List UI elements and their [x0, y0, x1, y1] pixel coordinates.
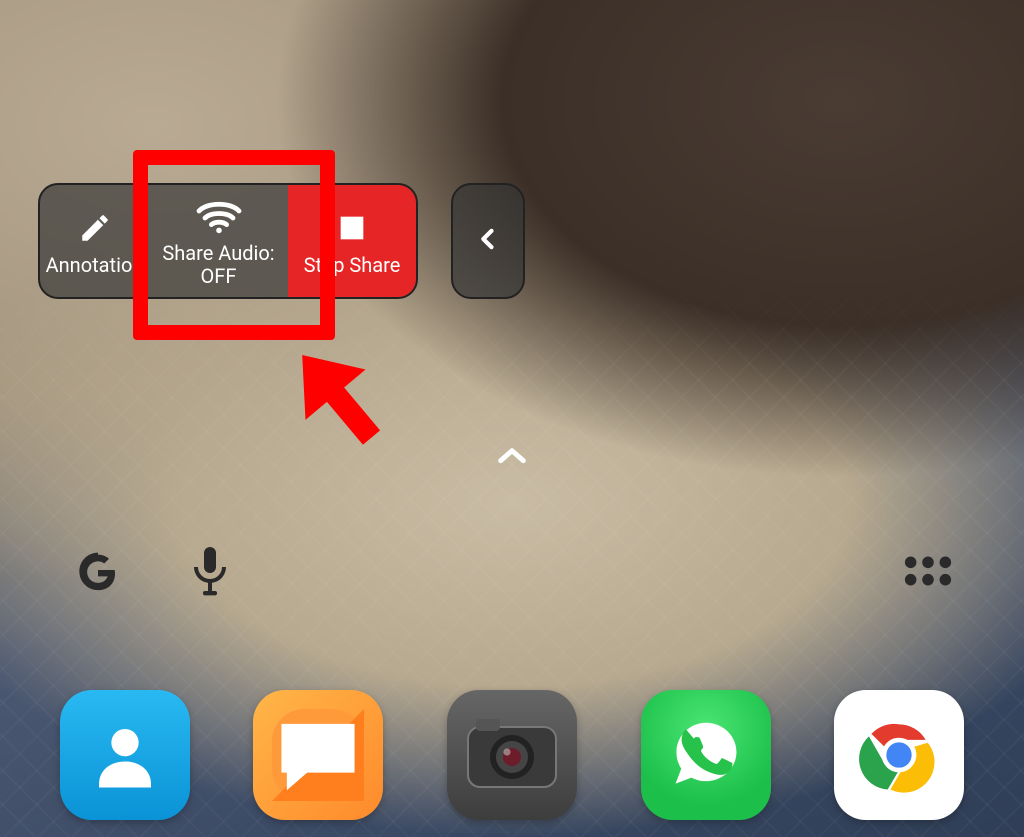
messages-app[interactable] — [253, 690, 383, 820]
chrome-icon — [853, 709, 945, 801]
screenshare-toolbar: Annotation Share Audio: OFF Stop Share — [38, 183, 418, 299]
share-audio-label: Share Audio: OFF — [162, 242, 274, 288]
app-drawer-icon[interactable] — [902, 551, 954, 595]
share-audio-button[interactable]: Share Audio: OFF — [149, 185, 288, 297]
whatsapp-app[interactable] — [641, 690, 771, 820]
quick-search-row — [0, 528, 1024, 618]
chrome-app[interactable] — [834, 690, 964, 820]
collapse-toolbar-button[interactable] — [451, 183, 525, 299]
chevron-left-icon — [474, 217, 502, 265]
pencil-icon — [78, 208, 112, 248]
contacts-app[interactable] — [60, 690, 190, 820]
wifi-icon — [195, 196, 243, 236]
chevron-up-icon — [495, 445, 529, 469]
annotation-button[interactable]: Annotation — [40, 185, 149, 297]
stop-share-label: Stop Share — [304, 254, 401, 277]
app-drawer-handle[interactable] — [488, 441, 536, 473]
dock — [0, 685, 1024, 825]
person-icon — [86, 716, 164, 794]
microphone-icon[interactable] — [186, 542, 234, 604]
annotation-label: Annotation — [46, 254, 144, 277]
camera-app[interactable] — [447, 690, 577, 820]
google-g-icon[interactable] — [70, 543, 126, 603]
stop-share-button[interactable]: Stop Share — [288, 185, 416, 297]
message-icon — [253, 690, 383, 820]
stop-icon — [335, 208, 369, 248]
camera-icon — [464, 715, 560, 795]
whatsapp-icon — [663, 712, 749, 798]
